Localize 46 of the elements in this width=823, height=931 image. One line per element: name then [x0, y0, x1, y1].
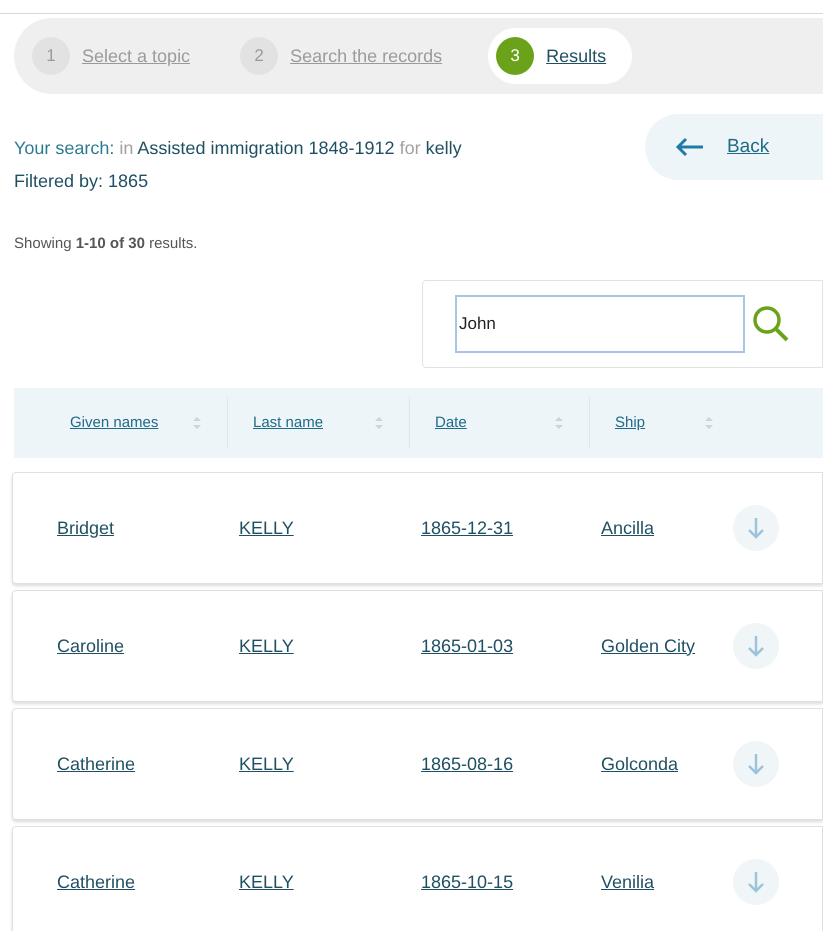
- record-link[interactable]: 1865-10-15: [421, 872, 514, 892]
- sort-icon: [554, 415, 564, 431]
- record-link[interactable]: Golden City: [601, 636, 696, 656]
- column-header[interactable]: Date: [435, 412, 467, 434]
- record-link[interactable]: Ancilla: [601, 518, 654, 538]
- record-link[interactable]: Venilia: [601, 872, 654, 892]
- expand-button[interactable]: [733, 505, 779, 551]
- result-count: Showing 1-10 of 30 results.: [14, 234, 198, 254]
- filter-text: Filtered by: 1865: [14, 170, 150, 193]
- step-number: 1: [32, 37, 70, 75]
- step-number: 3: [496, 37, 534, 75]
- record-link[interactable]: Caroline: [57, 636, 124, 656]
- step-label: Select a topic: [82, 44, 190, 68]
- record-link[interactable]: KELLY: [239, 754, 294, 774]
- record-link[interactable]: KELLY: [239, 518, 294, 538]
- search-summary: Your search: in Assisted immigration 1848-1912 for kelly: [14, 137, 463, 160]
- step-number: 2: [240, 37, 278, 75]
- sort-icon: [704, 415, 714, 431]
- record-link[interactable]: Catherine: [57, 754, 136, 774]
- expand-button[interactable]: [733, 623, 779, 669]
- record-link[interactable]: 1865-12-31: [421, 518, 514, 538]
- step-label: Results: [546, 44, 606, 68]
- record-link[interactable]: Bridget: [57, 518, 114, 538]
- record-link[interactable]: KELLY: [239, 636, 294, 656]
- step-label: Search the records: [290, 44, 442, 68]
- back-button[interactable]: Back: [645, 114, 823, 180]
- record-link[interactable]: Catherine: [57, 872, 136, 892]
- record-link[interactable]: 1865-01-03: [421, 636, 514, 656]
- search-icon[interactable]: [751, 304, 791, 344]
- sort-icon: [374, 415, 384, 431]
- arrow-down-icon: [747, 516, 765, 540]
- record-link[interactable]: KELLY: [239, 872, 294, 892]
- expand-button[interactable]: [733, 741, 779, 787]
- step-link[interactable]: 3 Results: [488, 28, 632, 84]
- sort-icon: [192, 415, 202, 431]
- filter-field[interactable]: John: [455, 295, 745, 353]
- arrow-left-icon: [675, 137, 705, 157]
- column-header[interactable]: Given names: [70, 412, 158, 434]
- column-header[interactable]: Last name: [253, 412, 324, 434]
- column-header[interactable]: Ship: [615, 412, 646, 434]
- arrow-down-icon: [747, 752, 765, 776]
- arrow-down-icon: [747, 870, 765, 894]
- record-link[interactable]: Golconda: [601, 754, 678, 774]
- expand-button[interactable]: [733, 859, 779, 905]
- arrow-down-icon: [747, 634, 765, 658]
- record-link[interactable]: 1865-08-16: [421, 754, 514, 774]
